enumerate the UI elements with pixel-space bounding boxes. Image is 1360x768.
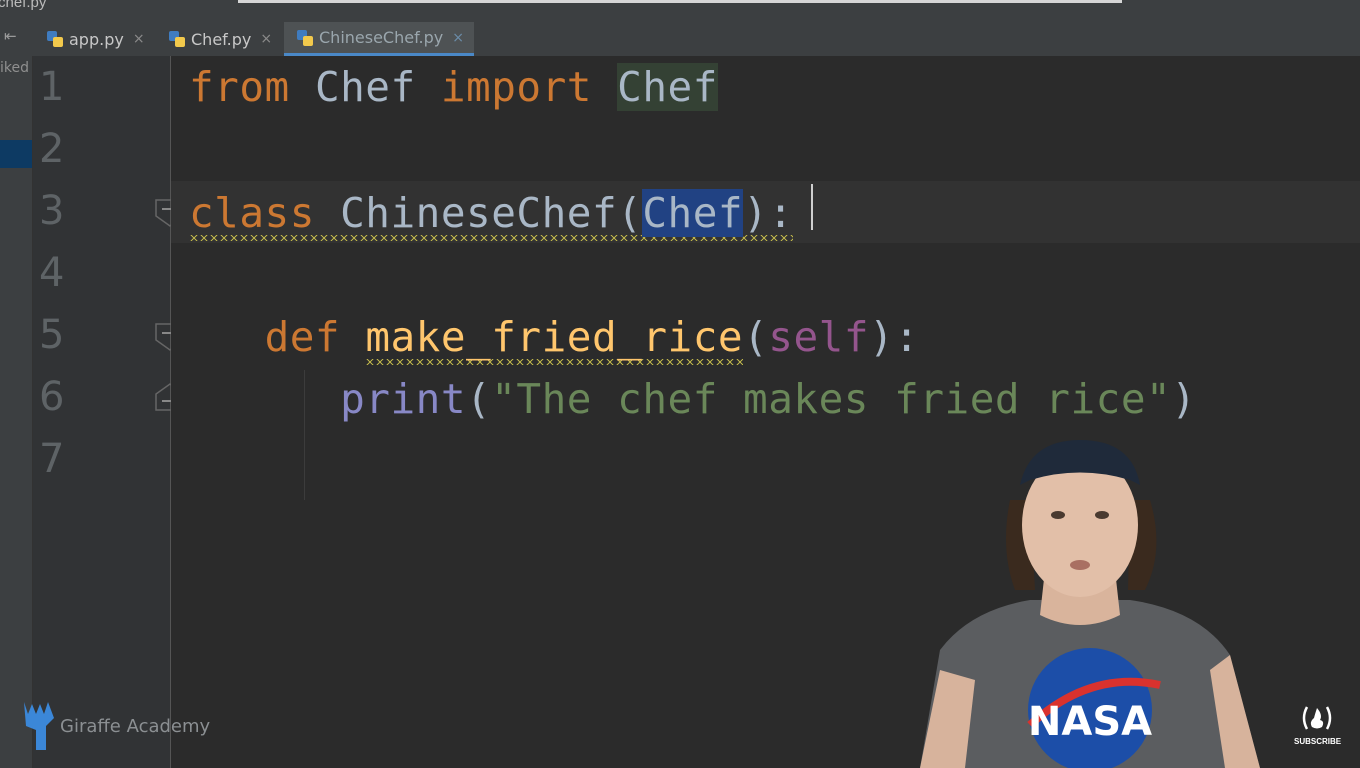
subscribe-label: SUBSCRIBE	[1294, 737, 1342, 746]
keyword-def: def	[264, 313, 341, 361]
builtin-print: print	[340, 375, 467, 423]
self-param: self	[768, 313, 870, 361]
presenter-video-overlay: NASA	[920, 440, 1260, 768]
imported-name: Chef	[617, 63, 718, 111]
code-line-3[interactable]: class ChineseChef(Chef):	[189, 188, 794, 238]
close-icon[interactable]: ×	[452, 30, 464, 46]
code-line-6[interactable]: print("The chef makes fried rice")	[189, 374, 1196, 424]
paren-close: ):	[743, 189, 794, 237]
giraffe-logo-icon	[24, 702, 54, 750]
code-line-1[interactable]: from Chef import Chef	[189, 62, 718, 112]
line-number: 4	[39, 250, 65, 296]
svg-text:NASA: NASA	[1028, 699, 1152, 745]
text-cursor	[811, 184, 813, 230]
left-tool-strip: iked	[0, 56, 33, 768]
close-icon[interactable]: ×	[260, 31, 272, 47]
watermark-text: Giraffe Academy	[60, 715, 211, 737]
python-file-icon	[47, 31, 63, 47]
subscribe-badge[interactable]: SUBSCRIBE	[1294, 704, 1342, 746]
line-number: 3	[39, 188, 65, 234]
collapse-panel-icon[interactable]: ⇤	[4, 27, 26, 49]
keyword-import: import	[440, 63, 592, 111]
tab-label: ChineseChef.py	[319, 28, 444, 47]
paren-open: (	[466, 375, 492, 423]
tool-window-label[interactable]: iked	[0, 60, 29, 76]
line-number: 6	[39, 374, 65, 420]
class-name: ChineseChef	[340, 189, 618, 237]
line-number: 2	[39, 126, 65, 172]
tab-chef-py[interactable]: Chef.py ×	[156, 22, 282, 56]
tab-app-py[interactable]: app.py ×	[34, 22, 155, 56]
close-icon[interactable]: ×	[133, 31, 145, 47]
python-file-icon	[169, 31, 185, 47]
tab-chinesechef-py[interactable]: ChineseChef.py ×	[284, 22, 474, 56]
freecodecamp-logo-icon	[1302, 706, 1332, 730]
tool-window-highlight[interactable]	[0, 140, 32, 168]
code-line-5[interactable]: def make_fried_rice(self):	[189, 312, 919, 362]
line-number: 7	[39, 436, 65, 482]
ide-window: chef.py ⇤ app.py × Chef.py × ChineseChef…	[0, 0, 1360, 768]
keyword-class: class	[189, 189, 315, 237]
paren-close: ):	[869, 313, 920, 361]
module-name: Chef	[314, 63, 416, 111]
channel-watermark: Giraffe Academy	[18, 700, 210, 752]
paren-close: )	[1171, 375, 1197, 423]
python-file-icon	[297, 29, 313, 46]
line-number: 1	[39, 64, 65, 110]
base-class-selected: Chef	[642, 189, 744, 237]
string-literal: "The chef makes fried rice"	[491, 375, 1172, 423]
paren-open: (	[743, 313, 769, 361]
method-name: make_fried_rice	[365, 313, 744, 365]
horizontal-scroll-indicator[interactable]	[238, 0, 1122, 3]
line-number: 5	[39, 312, 65, 358]
tab-label: Chef.py	[191, 29, 252, 49]
line-number-gutter: 1 2 3 4 5 6 7	[33, 56, 185, 768]
editor-tab-bar: ⇤ app.py × Chef.py × ChineseChef.py ×	[0, 22, 1360, 57]
file-breadcrumb[interactable]: chef.py	[0, 0, 46, 11]
paren-open: (	[617, 189, 643, 237]
keyword-from: from	[189, 63, 290, 111]
tab-label: app.py	[69, 29, 124, 49]
title-bar: chef.py	[0, 0, 1360, 22]
